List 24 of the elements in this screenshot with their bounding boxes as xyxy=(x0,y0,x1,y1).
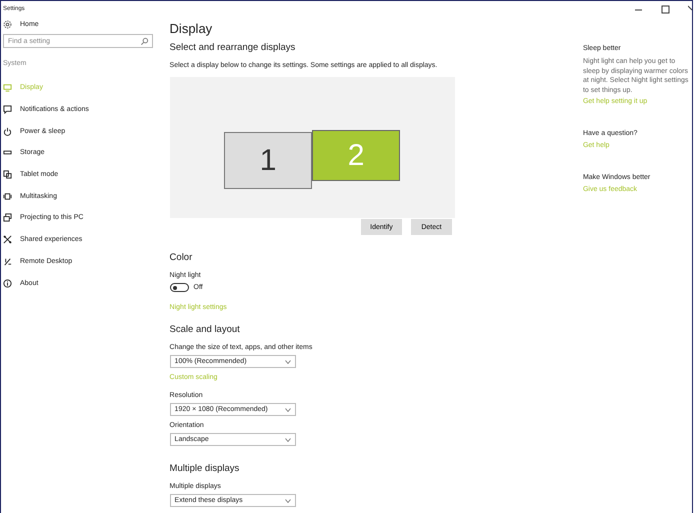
chevron-icon xyxy=(284,498,291,502)
sidebar-item-icon xyxy=(3,278,12,288)
display-tile[interactable]: 1 xyxy=(224,132,312,189)
chevron-icon xyxy=(284,360,291,364)
toggle-switch[interactable] xyxy=(170,283,189,292)
sidebar-item-icon xyxy=(3,213,12,222)
page-title: Display xyxy=(170,21,212,36)
section-heading: Multiple displays xyxy=(170,463,240,474)
sidebar-item-icon xyxy=(3,126,12,136)
search-icon xyxy=(140,36,149,46)
gear-icon xyxy=(3,20,12,28)
sidebar-item-icon xyxy=(3,192,12,201)
chevron-icon xyxy=(284,438,291,442)
sidebar-item-icon xyxy=(3,235,12,244)
section-heading: Select and rearrange displays xyxy=(170,42,296,53)
section-heading: Scale and layout xyxy=(170,324,240,335)
chevron-icon xyxy=(284,408,291,412)
maximize-icon[interactable] xyxy=(661,4,670,14)
sidebar-item-icon xyxy=(3,148,12,158)
sidebar-item-icon xyxy=(3,83,12,92)
sidebar-item-icon xyxy=(3,105,12,114)
sidebar-item-icon xyxy=(3,170,12,180)
sidebar-item-icon xyxy=(3,256,12,266)
section-heading: Color xyxy=(170,252,192,263)
